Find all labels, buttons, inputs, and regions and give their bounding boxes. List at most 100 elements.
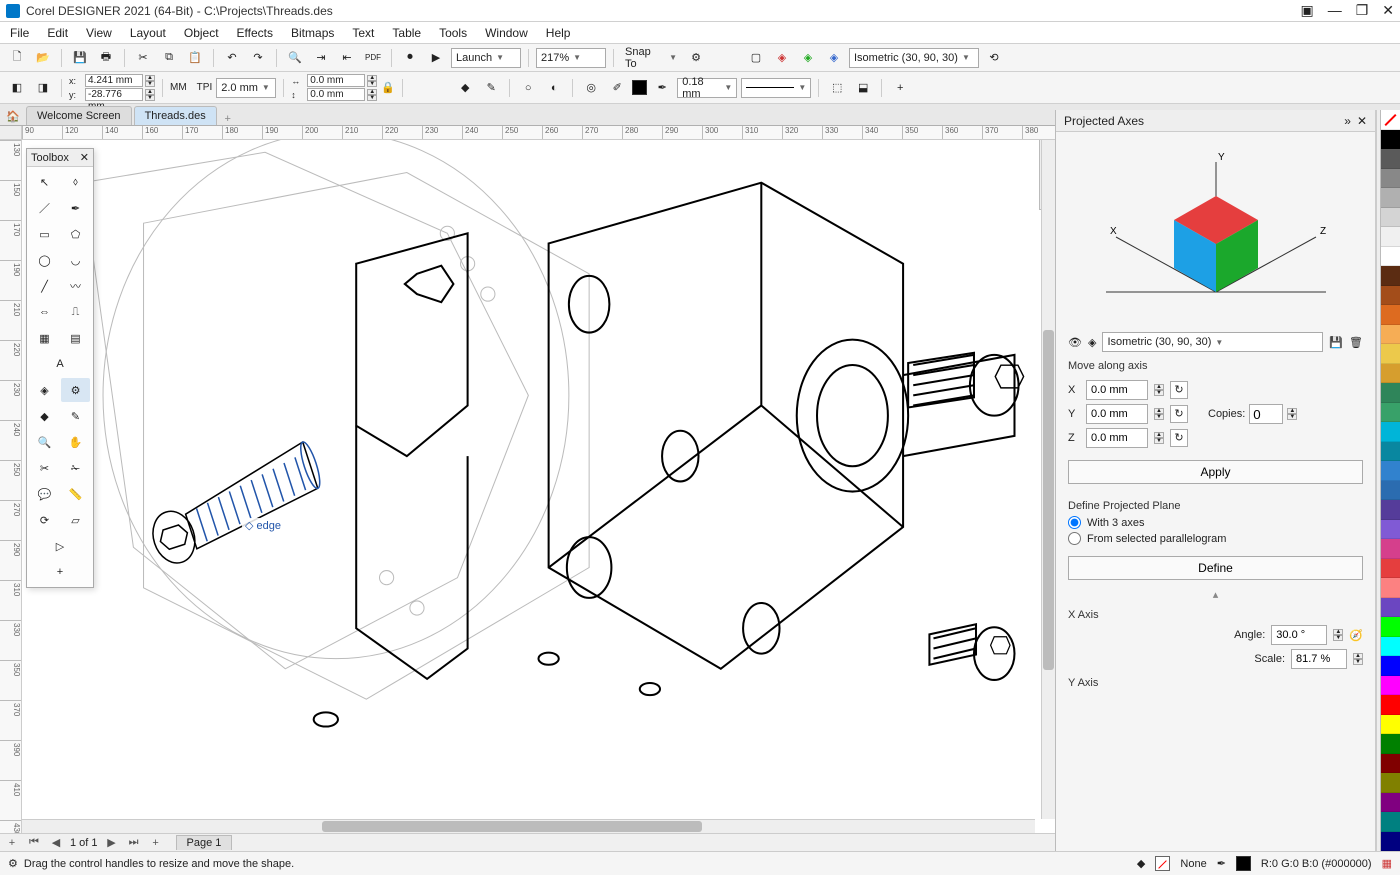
perspective-front-icon[interactable]: ◨ [32,77,54,99]
color-swatch[interactable] [1381,442,1400,462]
thread-tool-icon[interactable]: ⚙ [61,378,90,402]
ellipse-preset-icon[interactable]: ○ [517,77,539,99]
graph-paper-icon[interactable]: ▤ [61,326,90,350]
launch-icon[interactable]: ▶ [425,47,447,69]
color-swatch[interactable] [1381,344,1400,364]
fill-color-swatch[interactable] [632,80,647,95]
y-dn[interactable]: ▼ [145,95,155,101]
toolbox-close-icon[interactable]: ✕ [80,151,89,164]
next-page-icon[interactable]: ▶ [104,836,120,849]
connector-tool-icon[interactable]: ⎍ [61,300,90,324]
color-swatch[interactable] [1381,227,1400,247]
visibility-icon[interactable]: 👁 [1068,336,1082,349]
color-swatch[interactable] [1381,812,1400,832]
callout-tool-icon[interactable]: 💬 [30,482,59,506]
color-swatch[interactable] [1381,520,1400,540]
projected-shape-icon[interactable]: ◈ [30,378,59,402]
crop-tool-icon[interactable]: ✂ [30,456,59,480]
artistic-media-icon[interactable]: ✒ [61,196,90,220]
color-swatch[interactable] [1381,188,1400,208]
cube-preset-icon[interactable]: ◈ [1088,336,1096,349]
color-swatch[interactable] [1381,754,1400,774]
import-icon[interactable]: ⇥ [310,47,332,69]
color-swatch[interactable] [1381,559,1400,579]
menu-object[interactable]: Object [184,26,219,40]
maximize-icon[interactable]: ❐ [1356,2,1369,19]
no-color-swatch[interactable] [1381,110,1400,130]
color-swatch[interactable] [1381,539,1400,559]
freehand-tool-icon[interactable]: ／ [30,196,59,220]
scale-input[interactable] [1291,649,1347,669]
perspective-top-icon[interactable]: ◧ [6,77,28,99]
first-page-icon[interactable]: ⏮ [26,836,42,849]
fill-tool-icon[interactable]: ◆ [30,404,59,428]
projection-dropdown[interactable]: Isometric (30, 90, 30)▼ [849,48,979,68]
add-property-icon[interactable]: + [889,77,911,99]
menu-bitmaps[interactable]: Bitmaps [291,26,334,40]
copies-input[interactable] [1249,404,1283,424]
color-swatch[interactable] [1381,793,1400,813]
menu-help[interactable]: Help [546,26,571,40]
options-gear-icon[interactable]: ⚙ [685,47,707,69]
minimize-icon[interactable]: — [1328,2,1342,19]
add-tab-icon[interactable]: + [219,113,237,125]
color-swatch[interactable] [1381,481,1400,501]
transparency-icon[interactable]: ◎ [580,77,602,99]
color-swatch[interactable] [1381,286,1400,306]
launch-dropdown[interactable]: Launch▼ [451,48,521,68]
fill-indicator-icon[interactable]: ◆ [1137,857,1145,870]
zoom-dropdown[interactable]: 217%▼ [536,48,606,68]
reset-projection-icon[interactable]: ⟲ [983,47,1005,69]
projection-preset-dropdown[interactable]: Isometric (30, 90, 30)▼ [1102,332,1323,352]
x-pos-input[interactable]: 4.241 mm [85,74,143,87]
color-swatch[interactable] [1381,208,1400,228]
docker-collapse-icon[interactable]: » [1344,114,1351,128]
prev-page-icon[interactable]: ◀ [48,836,64,849]
color-swatch[interactable] [1381,169,1400,189]
menu-tools[interactable]: Tools [439,26,467,40]
export-icon[interactable]: ⇤ [336,47,358,69]
cube-green-icon[interactable]: ◈ [797,47,819,69]
drawing-canvas[interactable]: ◇ edge [22,140,1055,833]
dimension-tool-icon[interactable]: ⇔ [30,300,59,324]
outline-width-input[interactable]: 0.18 mm▼ [677,78,737,98]
v-scroll-thumb[interactable] [1043,330,1054,670]
color-swatch[interactable] [1381,773,1400,793]
outline-pen-icon[interactable]: ✎ [480,77,502,99]
menu-view[interactable]: View [86,26,112,40]
move-z-input[interactable] [1086,428,1148,448]
line-tool-icon[interactable]: ╱ [30,274,59,298]
color-swatch[interactable] [1381,422,1400,442]
cube-blue-icon[interactable]: ◈ [823,47,845,69]
color-swatch[interactable] [1381,578,1400,598]
width-input[interactable]: 0.0 mm [307,74,365,87]
redo-icon[interactable]: ↷ [247,47,269,69]
menu-file[interactable]: File [10,26,29,40]
color-swatch[interactable] [1381,403,1400,423]
eyedropper-tool-icon[interactable]: ✎ [61,404,90,428]
color-swatch[interactable] [1381,695,1400,715]
envelope-tool-icon[interactable]: ▱ [61,508,90,532]
more-shape-icon[interactable]: ◐ [543,77,565,99]
open-icon[interactable]: 📂 [32,47,54,69]
wrap2-icon[interactable]: ⬓ [852,77,874,99]
color-swatch[interactable] [1381,637,1400,657]
measure-tool-icon[interactable]: 📏 [61,482,90,506]
cycle-y-icon[interactable]: ↻ [1170,405,1188,423]
knife-tool-icon[interactable]: ✁ [61,456,90,480]
last-page-icon[interactable]: ⏭ [126,836,142,849]
outline-indicator-icon[interactable]: ✒ [1217,857,1226,870]
menu-effects[interactable]: Effects [237,26,273,40]
color-swatch[interactable] [1381,656,1400,676]
arc-tool-icon[interactable]: ◡ [61,248,90,272]
h-scroll-thumb[interactable] [322,821,702,832]
color-swatch[interactable] [1381,598,1400,618]
color-swatch[interactable] [1381,715,1400,735]
ruler-origin[interactable] [0,126,22,140]
collapse-top-icon[interactable]: ▴ [1068,588,1363,601]
table-tool-icon[interactable]: ▦ [30,326,59,350]
horizontal-scrollbar[interactable] [22,819,1035,833]
color-swatch[interactable] [1381,130,1400,150]
color-swatch[interactable] [1381,305,1400,325]
menu-window[interactable]: Window [485,26,528,40]
